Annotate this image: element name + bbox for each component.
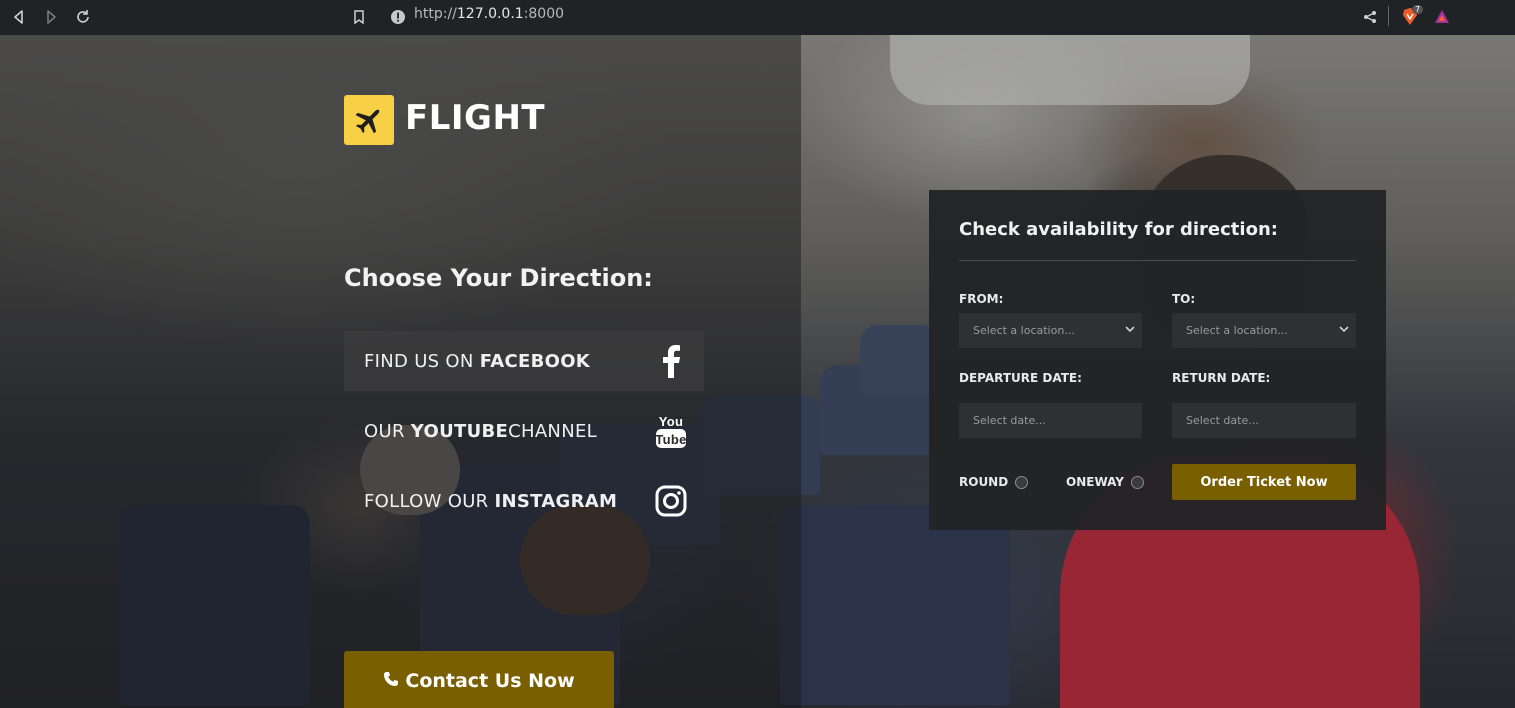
phone-icon xyxy=(383,670,399,692)
return-date-input[interactable]: Select date... xyxy=(1172,403,1356,438)
toolbar-divider xyxy=(1388,6,1389,26)
brave-rewards-icon[interactable] xyxy=(1430,5,1454,29)
svg-text:You: You xyxy=(659,414,684,429)
to-label: TO: xyxy=(1172,292,1196,306)
brand-name[interactable]: FLIGHT xyxy=(405,98,545,138)
instagram-link-bold: INSTAGRAM xyxy=(494,490,618,512)
facebook-link-prefix: FIND US ON xyxy=(364,350,474,372)
back-icon[interactable] xyxy=(7,5,31,29)
svg-text:Tube: Tube xyxy=(655,432,686,447)
chevron-down-icon xyxy=(1338,323,1350,335)
reload-icon[interactable] xyxy=(71,5,95,29)
order-ticket-label: Order Ticket Now xyxy=(1200,474,1328,490)
url-port: :8000 xyxy=(523,6,565,22)
round-trip-option[interactable]: ROUND xyxy=(959,475,1029,489)
round-radio[interactable] xyxy=(1015,475,1029,489)
browser-toolbar: http://127.0.0.1:8000 7 xyxy=(0,0,1515,35)
brave-shields-icon[interactable]: 7 xyxy=(1398,5,1424,29)
oneway-option[interactable]: ONEWAY xyxy=(1066,475,1144,489)
facebook-link-bold: FACEBOOK xyxy=(479,350,591,372)
url-scheme: http:// xyxy=(414,6,457,22)
forward-icon[interactable] xyxy=(39,5,63,29)
contact-us-label: Contact Us Now xyxy=(405,670,575,692)
departure-date-input[interactable]: Select date... xyxy=(959,403,1142,438)
shields-count: 7 xyxy=(1412,5,1424,14)
to-select-value: Select a location... xyxy=(1186,324,1288,337)
logo-badge[interactable] xyxy=(344,95,394,145)
facebook-link[interactable]: FIND US ON FACEBOOK xyxy=(344,331,704,391)
address-bar[interactable]: http://127.0.0.1:8000 xyxy=(414,6,564,22)
instagram-link-prefix: FOLLOW OUR xyxy=(364,490,489,512)
youtube-link-suffix: CHANNEL xyxy=(508,420,597,442)
order-ticket-button[interactable]: Order Ticket Now xyxy=(1172,464,1356,500)
bookmark-icon[interactable] xyxy=(347,5,371,29)
departure-date-label: DEPARTURE DATE: xyxy=(959,371,1082,385)
contact-us-button[interactable]: Contact Us Now xyxy=(344,651,614,708)
from-label: FROM: xyxy=(959,292,1004,306)
oneway-label: ONEWAY xyxy=(1066,475,1124,489)
instagram-link[interactable]: FOLLOW OUR INSTAGRAM xyxy=(344,471,704,531)
round-label: ROUND xyxy=(959,475,1009,489)
booking-panel: Check availability for direction: FROM: … xyxy=(929,190,1386,530)
departure-date-placeholder: Select date... xyxy=(973,414,1046,427)
chevron-down-icon xyxy=(1124,323,1136,335)
url-host: 127.0.0.1 xyxy=(456,6,524,22)
oneway-radio[interactable] xyxy=(1130,475,1144,489)
to-select[interactable]: Select a location... xyxy=(1172,313,1356,348)
youtube-link-prefix: OUR xyxy=(364,420,405,442)
facebook-icon xyxy=(654,343,688,379)
youtube-icon: You Tube xyxy=(654,413,688,449)
from-select[interactable]: Select a location... xyxy=(959,313,1142,348)
instagram-icon xyxy=(654,483,688,519)
youtube-link-bold: YOUTUBE xyxy=(410,420,509,442)
share-icon[interactable] xyxy=(1358,5,1382,29)
site-info-icon[interactable] xyxy=(386,5,410,29)
return-date-label: RETURN DATE: xyxy=(1172,371,1271,385)
direction-heading: Choose Your Direction: xyxy=(344,264,653,292)
from-select-value: Select a location... xyxy=(973,324,1075,337)
booking-title: Check availability for direction: xyxy=(959,219,1278,240)
booking-divider xyxy=(959,260,1356,261)
return-date-placeholder: Select date... xyxy=(1186,414,1259,427)
airplane-icon xyxy=(355,109,380,134)
youtube-link[interactable]: OUR YOUTUBE CHANNEL You Tube xyxy=(344,401,704,461)
